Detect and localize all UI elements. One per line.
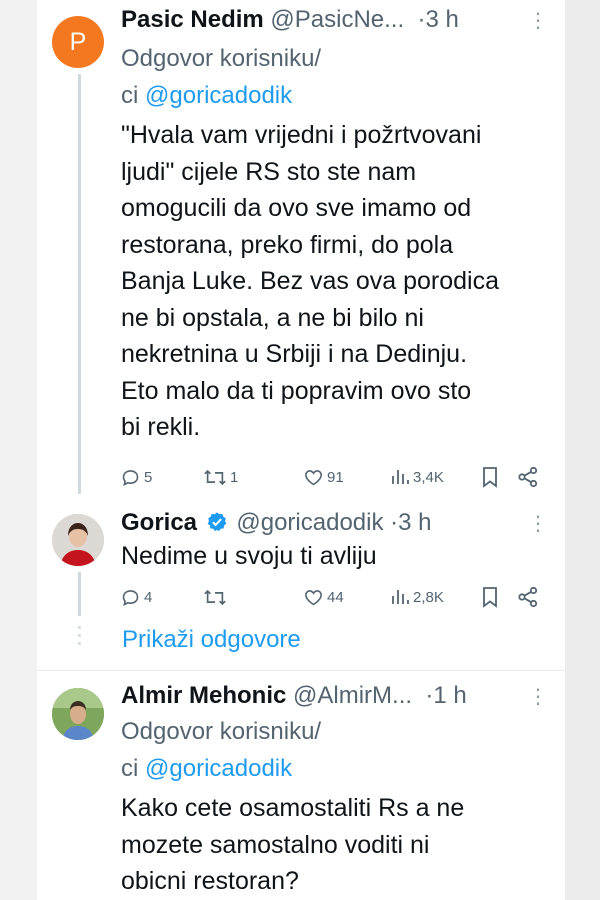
views-button[interactable]: 2,8K [390, 587, 444, 607]
reply-mention[interactable]: @goricadodik [145, 755, 292, 782]
avatar-photo [52, 688, 104, 740]
like-icon [305, 590, 322, 606]
tweet-header: Pasic Nedim @PasicNe... ·3 h [121, 5, 459, 35]
share-button[interactable] [517, 586, 539, 608]
author-name[interactable]: Almir Mehonic [121, 682, 286, 709]
reply-prefix-2: ci [121, 82, 139, 109]
tweet-time[interactable]: 3 h [425, 6, 458, 33]
reply-icon [122, 470, 139, 486]
views-count: 2,8K [413, 588, 444, 606]
tweet-text: Kako cete osamostaliti Rs a ne mozete sa… [121, 794, 465, 895]
show-replies-link[interactable]: Prikaži odgovore [122, 624, 301, 656]
tweet-header: Gorica @goricadodik ·3 h [121, 508, 432, 538]
reply-line-2: ci @goricadodik [121, 750, 321, 787]
views-button[interactable]: 3,4K [390, 467, 444, 487]
right-edge-margin [565, 0, 600, 900]
separator-dot: · [410, 6, 426, 33]
views-icon [392, 470, 409, 484]
bookmark-icon [483, 467, 497, 488]
separator-dot: · [418, 682, 434, 709]
more-icon[interactable]: ⋮ [528, 687, 548, 707]
thread-continuation-dots [78, 626, 81, 650]
reply-icon [122, 590, 139, 606]
tweet-time[interactable]: 1 h [433, 682, 466, 709]
thread-line [78, 74, 81, 494]
retweet-icon [204, 589, 226, 606]
reply-line-2: ci @goricadodik [121, 77, 321, 114]
reply-prefix-2: ci [121, 755, 139, 782]
reply-prefix: Odgovor korisniku/ [121, 45, 322, 72]
author-name[interactable]: Pasic Nedim [121, 6, 264, 33]
bookmark-button[interactable] [480, 466, 500, 488]
tweet-text: Nedime u svoju ti avliju [121, 542, 377, 570]
avatar-pasic-nedim[interactable]: P [52, 16, 104, 68]
share-icon [518, 586, 538, 608]
avatar-photo [52, 514, 104, 566]
author-handle[interactable]: @PasicNe... [270, 6, 404, 33]
separator-dot: · [390, 509, 399, 536]
thread-line [78, 572, 81, 616]
views-icon [392, 590, 409, 604]
reply-context: Odgovor korisniku/ ci @goricadodik [121, 713, 321, 787]
share-icon [518, 466, 538, 488]
more-icon[interactable]: ⋮ [528, 11, 548, 31]
avatar-gorica[interactable] [52, 514, 104, 566]
tweet-text: "Hvala vam vrijedni i požrtvovani ljudi"… [121, 121, 500, 441]
verified-badge-icon [207, 512, 227, 532]
author-handle[interactable]: @goricadodik [236, 509, 383, 536]
like-count: 44 [327, 589, 344, 606]
reply-context: Odgovor korisniku/ ci @goricadodik [121, 40, 321, 114]
more-icon[interactable]: ⋮ [528, 514, 548, 534]
divider [37, 670, 565, 671]
like-count: 91 [327, 469, 344, 486]
like-button[interactable]: 91 [303, 467, 344, 488]
reply-count: 5 [144, 469, 153, 486]
author-name[interactable]: Gorica [121, 509, 197, 536]
retweet-icon [204, 469, 226, 486]
bookmark-button[interactable] [480, 586, 500, 608]
reply-mention[interactable]: @goricadodik [145, 82, 292, 109]
avatar-almir-mehonic[interactable] [52, 688, 104, 740]
reply-prefix: Odgovor korisniku/ [121, 718, 322, 745]
retweet-button[interactable]: 1 [203, 467, 238, 488]
tweet-header: Almir Mehonic @AlmirM... ·1 h [121, 681, 467, 711]
bookmark-icon [483, 587, 497, 608]
like-button[interactable]: 44 [303, 587, 344, 608]
share-button[interactable] [517, 466, 539, 488]
views-count: 3,4K [413, 468, 444, 486]
tweet-time[interactable]: 3 h [398, 509, 431, 536]
reply-button[interactable]: 5 [120, 467, 152, 488]
like-icon [305, 470, 322, 486]
retweet-count: 1 [230, 469, 239, 486]
author-handle[interactable]: @AlmirM... [293, 682, 412, 709]
reply-button[interactable]: 4 [120, 587, 152, 608]
reply-count: 4 [144, 589, 153, 606]
retweet-button[interactable] [203, 587, 230, 608]
avatar-letter: P [69, 27, 87, 56]
